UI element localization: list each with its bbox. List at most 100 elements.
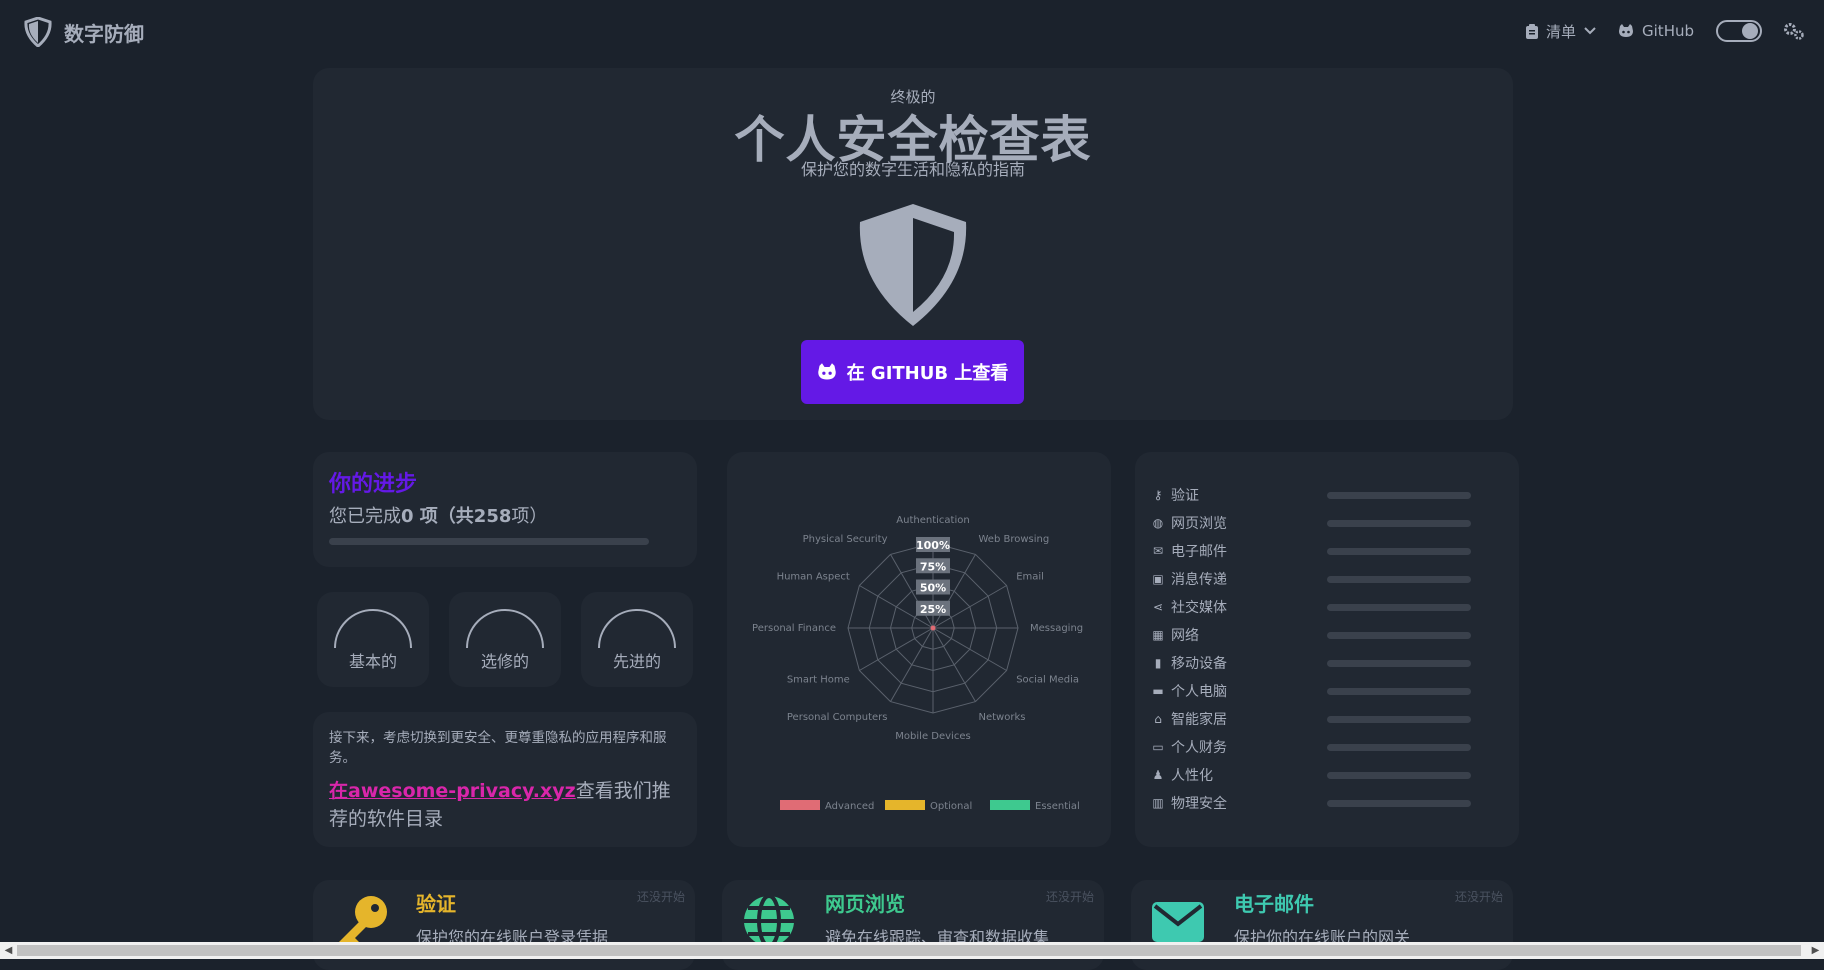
github-button-label: 在 GITHUB 上查看 (846, 363, 1009, 384)
section-status: 还没开始 (1454, 890, 1503, 904)
gauge-label: 选修的 (480, 652, 529, 671)
radar-axis-label: Web Browsing (979, 534, 1050, 545)
brand[interactable]: 数字防御 (24, 17, 144, 47)
category-progress-bar (1327, 520, 1471, 527)
toggle-knob (1742, 23, 1758, 39)
recommendation-text: 接下来，考虑切换到更安全、更尊重隐私的应用程序和服务。 (329, 730, 667, 766)
clipboard-icon (1526, 23, 1538, 39)
category-row[interactable]: ⌂ 智能家居 (1151, 709, 1503, 729)
radar-axis-label: Personal Finance (752, 623, 836, 634)
category-progress-list: ⚷ 验证 ◍ 网页浏览 ✉ 电子邮件 ▣ 消息传递 ⋖ 社交媒体 ▦ 网络 ▮ 移动设备 ▬ 个人电脑 ⌂ 智能家… (1135, 452, 1519, 847)
awesome-privacy-link[interactable]: 在awesome-privacy.xyz (329, 780, 576, 802)
progress-card: 你的进步 您已完成0 项（共258项） (313, 452, 697, 567)
checklist-label: 清单 (1546, 22, 1577, 41)
recommendation-link-line: 在awesome-privacy.xyz查看我们推荐的软件目录 (329, 780, 671, 830)
category-row[interactable]: ⋖ 社交媒体 (1151, 597, 1503, 617)
legend-label: Optional (930, 801, 972, 812)
category-row[interactable]: ♟ 人性化 (1151, 765, 1503, 785)
github-label: GitHub (1642, 22, 1694, 40)
category-progress-bar (1327, 744, 1471, 751)
gauge-arc (466, 609, 544, 649)
gears-icon[interactable] (1784, 22, 1804, 40)
radar-spoke (932, 627, 976, 702)
theme-toggle[interactable] (1716, 20, 1762, 42)
category-row[interactable]: ▭ 个人财务 (1151, 737, 1503, 757)
category-progress-bar (1327, 800, 1471, 807)
gauge-essential[interactable]: 基本的 (317, 592, 429, 687)
credit-card-icon: ▭ (1152, 740, 1164, 754)
category-row[interactable]: ▣ 消息传递 (1151, 569, 1503, 589)
scroll-left-icon[interactable]: ◀ (0, 942, 17, 959)
brand-title: 数字防御 (64, 21, 144, 46)
radar-spoke (859, 627, 934, 671)
legend-swatch (990, 800, 1030, 810)
progress-title: 你的进步 (329, 472, 418, 497)
category-row[interactable]: ▮ 移动设备 (1151, 653, 1503, 673)
legend-swatch (885, 800, 925, 810)
gauge-advanced[interactable]: 先进的 (581, 592, 693, 687)
radar-data-point (930, 625, 936, 631)
category-label: 消息传递 (1171, 572, 1227, 588)
progress-bar (329, 538, 649, 545)
radar-axis-label: Messaging (1030, 623, 1083, 634)
category-progress-bar (1327, 688, 1471, 695)
category-label: 个人电脑 (1171, 684, 1227, 700)
category-progress-bar (1327, 772, 1471, 779)
section-title: 网页浏览 (825, 892, 905, 916)
radar-axis-label: Social Media (1016, 675, 1079, 686)
radar-axis-label: Email (1016, 572, 1044, 583)
radar-chart: Authentication Web Browsing Email Messaging… (752, 515, 1083, 812)
radar-ring-label: 75% (920, 560, 946, 573)
radar-axis-label: Mobile Devices (895, 731, 970, 742)
globe-icon (744, 894, 794, 948)
progress-summary: 您已完成0 项（共258项） (329, 506, 548, 527)
github-link[interactable]: GitHub (1618, 22, 1694, 40)
category-label: 物理安全 (1171, 796, 1227, 812)
category-progress-bar (1327, 716, 1471, 723)
gauge-label: 先进的 (612, 652, 661, 671)
section-title: 电子邮件 (1234, 892, 1314, 916)
category-progress-bar (1327, 492, 1471, 499)
category-label: 网络 (1171, 628, 1199, 644)
scroll-right-icon[interactable]: ▶ (1807, 942, 1824, 959)
chevron-down-icon (1584, 27, 1596, 35)
radar-axis-label: Human Aspect (777, 572, 850, 583)
mobile-icon: ▮ (1154, 656, 1162, 670)
checklist-dropdown[interactable]: 清单 (1526, 21, 1596, 42)
category-progress-bar (1327, 548, 1471, 555)
category-progress-bar (1327, 604, 1471, 611)
category-row[interactable]: ◍ 网页浏览 (1151, 513, 1503, 533)
radar-spoke (890, 627, 934, 702)
github-icon (1619, 24, 1634, 37)
radar-ring-label: 100% (916, 539, 950, 552)
category-label: 验证 (1171, 488, 1199, 504)
legend-swatch (780, 800, 820, 810)
radar-axis-label: Personal Computers (787, 712, 888, 723)
shield-icon (859, 204, 967, 326)
gauge-optional[interactable]: 选修的 (449, 592, 561, 687)
network-icon: ▦ (1152, 628, 1164, 642)
view-on-github-button[interactable]: 在 GITHUB 上查看 (801, 340, 1024, 404)
category-row[interactable]: ▬ 个人电脑 (1151, 681, 1503, 701)
computer-icon: ▬ (1152, 684, 1164, 698)
radar-chart-card: Authentication Web Browsing Email Messaging… (727, 452, 1111, 847)
chat-icon: ▣ (1152, 572, 1164, 586)
legend-label: Essential (1035, 801, 1080, 812)
envelope-icon (1152, 902, 1204, 942)
category-row[interactable]: ▦ 网络 (1151, 625, 1503, 645)
radar-axis-label: Physical Security (803, 534, 888, 545)
category-label: 社交媒体 (1171, 600, 1227, 616)
category-label: 电子邮件 (1171, 544, 1227, 560)
envelope-icon: ✉ (1152, 544, 1164, 558)
globe-icon: ◍ (1152, 516, 1164, 530)
category-row[interactable]: ⚷ 验证 (1151, 485, 1503, 505)
category-row[interactable]: ▥ 物理安全 (1151, 793, 1503, 813)
radar-ring-label: 25% (920, 603, 946, 616)
category-row[interactable]: ✉ 电子邮件 (1151, 541, 1503, 561)
category-label: 个人财务 (1171, 740, 1227, 756)
horizontal-scrollbar[interactable]: ◀ ▶ (0, 942, 1824, 959)
scrollbar-thumb[interactable] (17, 945, 1801, 956)
gauge-arc (334, 609, 412, 649)
radar-spoke (932, 627, 1007, 671)
category-progress-bar (1327, 632, 1471, 639)
